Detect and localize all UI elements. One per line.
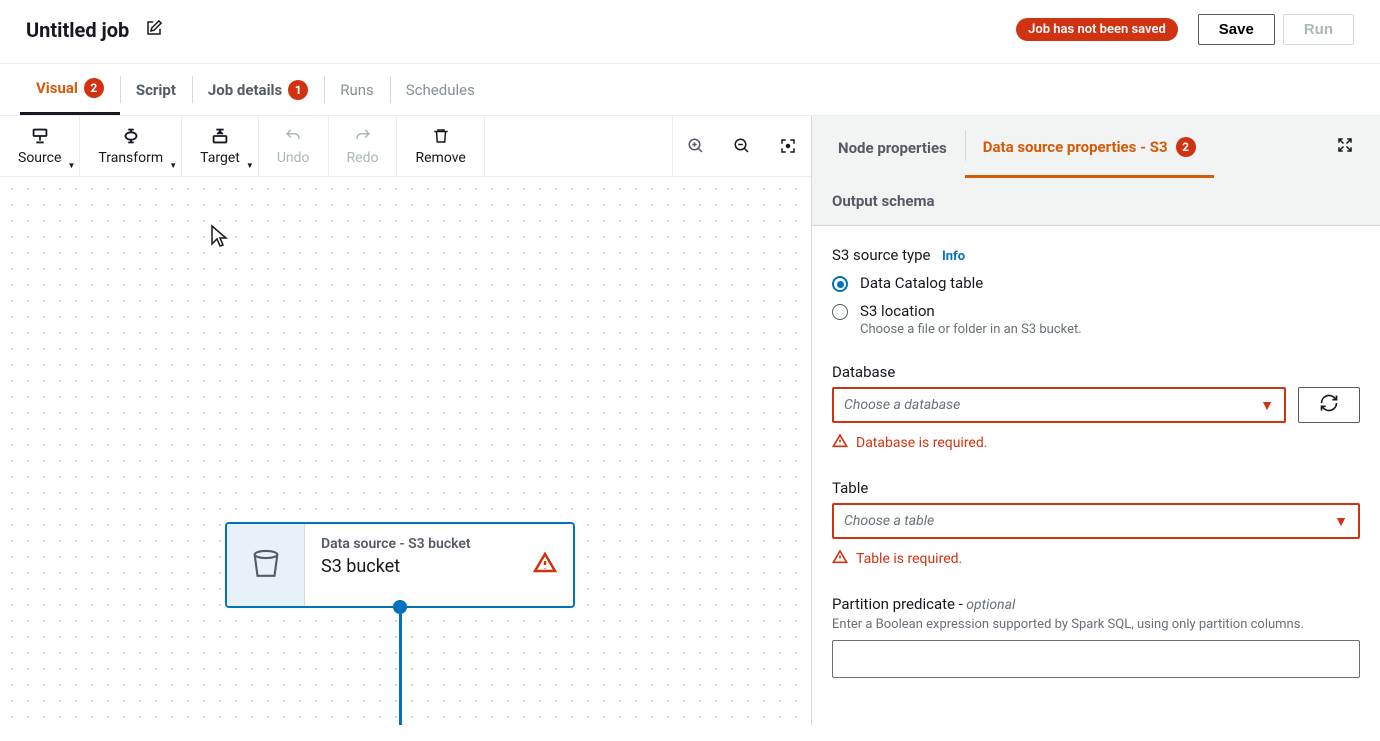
warning-icon xyxy=(533,551,557,579)
node-s3-bucket[interactable]: Data source - S3 bucket S3 bucket xyxy=(225,522,575,608)
database-label: Database xyxy=(832,363,1360,381)
warning-icon xyxy=(832,433,848,453)
tab-data-source-properties[interactable]: Data source properties - S3 2 xyxy=(965,116,1214,178)
properties-panel: Node properties Data source properties -… xyxy=(811,116,1380,725)
transform-tool[interactable]: Transform ▼ xyxy=(80,116,182,176)
undo-label: Undo xyxy=(277,150,310,166)
undo-icon xyxy=(283,126,303,146)
database-error: Database is required. xyxy=(832,433,1360,453)
info-link[interactable]: Info xyxy=(942,249,965,264)
tab-job-details-badge: 1 xyxy=(288,80,308,100)
partition-optional: optional xyxy=(963,597,1016,613)
zoom-out-tool[interactable] xyxy=(719,116,765,176)
transform-label: Transform xyxy=(98,150,163,166)
node-name: S3 bucket xyxy=(321,556,557,577)
source-label: Source xyxy=(18,150,61,166)
edge-line xyxy=(399,614,402,725)
tab-node-properties[interactable]: Node properties xyxy=(820,116,965,178)
run-button: Run xyxy=(1283,14,1354,45)
tab-script[interactable]: Script xyxy=(120,64,192,115)
radio-icon xyxy=(832,304,848,320)
zoom-in-icon xyxy=(687,136,705,156)
mouse-cursor-icon xyxy=(210,224,228,252)
expand-panel-button[interactable] xyxy=(1318,116,1372,178)
edit-title-icon[interactable] xyxy=(145,19,163,41)
target-tool[interactable]: Target ▼ xyxy=(182,116,259,176)
database-error-text: Database is required. xyxy=(856,435,987,451)
bucket-icon xyxy=(249,546,283,584)
tab-schedules[interactable]: Schedules xyxy=(390,64,491,115)
partition-label: Partition predicate - optional xyxy=(832,595,1360,613)
tab-visual[interactable]: Visual 2 xyxy=(20,64,120,115)
database-select[interactable]: Choose a database ▼ xyxy=(832,387,1286,423)
refresh-database-button[interactable] xyxy=(1298,387,1360,423)
zoom-out-icon xyxy=(733,136,751,156)
undo-tool: Undo xyxy=(259,116,329,176)
table-placeholder: Choose a table xyxy=(844,513,934,529)
table-error-text: Table is required. xyxy=(856,551,962,567)
table-label: Table xyxy=(832,479,1360,497)
node-icon-box xyxy=(227,524,305,606)
radio-icon xyxy=(832,276,848,292)
source-icon xyxy=(29,126,51,146)
refresh-icon xyxy=(1319,393,1339,417)
canvas-toolbar: Source ▼ Transform ▼ Target ▼ xyxy=(0,116,811,177)
table-select[interactable]: Choose a table ▼ xyxy=(832,503,1360,539)
partition-label-text: Partition predicate - xyxy=(832,595,963,613)
partition-hint: Enter a Boolean expression supported by … xyxy=(832,617,1360,632)
expand-icon xyxy=(1336,142,1354,158)
chevron-down-icon: ▼ xyxy=(1260,397,1274,414)
table-error: Table is required. xyxy=(832,549,1360,569)
save-button[interactable]: Save xyxy=(1198,14,1275,45)
radio-data-catalog[interactable]: Data Catalog table xyxy=(832,274,1360,292)
s3-source-type-label: S3 source type xyxy=(832,246,930,264)
target-icon xyxy=(209,126,231,146)
database-placeholder: Choose a database xyxy=(844,397,960,413)
node-output-port[interactable] xyxy=(393,600,407,614)
remove-tool[interactable]: Remove xyxy=(397,116,484,176)
tab-output-schema[interactable]: Output schema xyxy=(812,178,1380,225)
tab-visual-label: Visual xyxy=(36,79,78,97)
page-title: Untitled job xyxy=(26,18,129,42)
radio-s3-location-help: Choose a file or folder in an S3 bucket. xyxy=(860,322,1082,337)
transform-icon xyxy=(120,126,142,146)
tab-data-source-badge: 2 xyxy=(1176,137,1196,157)
main-tabs: Visual 2 Script Job details 1 Runs Sched… xyxy=(0,64,1380,116)
tab-job-details-label: Job details xyxy=(208,81,282,99)
redo-label: Redo xyxy=(347,150,379,166)
source-tool[interactable]: Source ▼ xyxy=(0,116,80,176)
caret-icon: ▼ xyxy=(169,161,177,170)
fit-screen-tool[interactable] xyxy=(765,116,811,176)
fit-screen-icon xyxy=(779,136,797,156)
unsaved-status-pill: Job has not been saved xyxy=(1016,18,1178,41)
tab-data-source-label: Data source properties - S3 xyxy=(983,138,1168,156)
caret-icon: ▼ xyxy=(67,161,75,170)
tab-job-details[interactable]: Job details 1 xyxy=(192,64,324,115)
tab-runs[interactable]: Runs xyxy=(324,64,390,115)
redo-tool: Redo xyxy=(329,116,398,176)
remove-label: Remove xyxy=(415,150,465,166)
caret-icon: ▼ xyxy=(246,161,254,170)
zoom-in-tool[interactable] xyxy=(673,116,719,176)
radio-s3-location[interactable]: S3 location Choose a file or folder in a… xyxy=(832,302,1360,337)
radio-s3-location-label: S3 location xyxy=(860,302,1082,320)
radio-data-catalog-label: Data Catalog table xyxy=(860,274,983,292)
visual-canvas[interactable]: Data source - S3 bucket S3 bucket xyxy=(0,177,811,725)
target-label: Target xyxy=(200,150,240,166)
redo-icon xyxy=(353,126,373,146)
node-subtitle: Data source - S3 bucket xyxy=(321,536,557,552)
chevron-down-icon: ▼ xyxy=(1334,513,1348,530)
tab-visual-badge: 2 xyxy=(84,78,104,98)
partition-predicate-input[interactable] xyxy=(832,640,1360,678)
warning-icon xyxy=(832,549,848,569)
trash-icon xyxy=(432,126,450,146)
